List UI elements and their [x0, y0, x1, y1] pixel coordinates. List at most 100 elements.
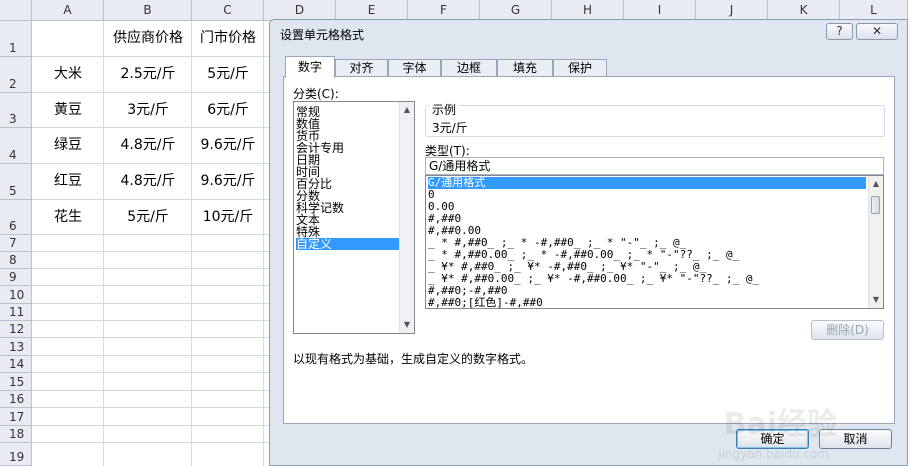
category-scrollbar[interactable]: ▲ ▼ [399, 102, 414, 333]
cell-a5[interactable]: 红豆 [32, 164, 104, 199]
row-header-11[interactable]: 11 [0, 304, 32, 321]
row-header-19[interactable]: 19 [0, 443, 32, 466]
column-header-d[interactable]: D [264, 0, 336, 21]
tab-font[interactable]: 字体 [388, 59, 441, 77]
row-header-15[interactable]: 15 [0, 373, 32, 391]
column-header-g[interactable]: G [480, 0, 552, 21]
format-item[interactable]: _ ¥* #,##0_ ;_ ¥* -#,##0_ ;_ ¥* "-"_ ;_ … [428, 261, 866, 273]
column-header-i[interactable]: I [624, 0, 696, 21]
row-number: 19 [9, 450, 25, 464]
cell-c6[interactable]: 10元/斤 [192, 200, 264, 235]
scroll-up-icon[interactable]: ▲ [400, 103, 414, 117]
watermark-text: Bai经验 [723, 407, 837, 442]
column-header-l[interactable]: L [840, 0, 908, 21]
cell-b2[interactable]: 2.5元/斤 [104, 57, 192, 92]
row-header-8[interactable]: 8 [0, 252, 32, 269]
format-item[interactable]: 0.00 [428, 201, 866, 213]
format-item[interactable]: _ * #,##0_ ;_ * -#,##0_ ;_ * "-"_ ;_ @_ [428, 237, 866, 249]
format-item[interactable]: #,##0;[红色]-#,##0 [428, 297, 866, 308]
cell-a6[interactable]: 花生 [32, 200, 104, 235]
row-number: 15 [9, 375, 25, 389]
column-header-c[interactable]: C [192, 0, 264, 21]
category-list[interactable]: 常规 数值 货币 会计专用 日期 时间 百分比 分数 科学记数 文本 特殊 自定… [293, 101, 415, 334]
column-header-k[interactable]: K [768, 0, 840, 21]
scroll-down-icon[interactable]: ▼ [869, 293, 883, 307]
row-header-18[interactable]: 18 [0, 426, 32, 443]
cell-b1[interactable]: 供应商价格 [104, 21, 192, 56]
row-number: 10 [9, 288, 25, 302]
type-input[interactable]: G/通用格式 [425, 157, 884, 175]
number-tab-panel: 分类(C): 常规 数值 货币 会计专用 日期 时间 百分比 分数 科学记数 文… [283, 76, 895, 424]
format-item[interactable]: _ ¥* #,##0.00_ ;_ ¥* -#,##0.00_ ;_ ¥* "-… [428, 273, 866, 285]
row-number: 16 [9, 392, 25, 406]
column-header-h[interactable]: H [552, 0, 624, 21]
cell-a3[interactable]: 黄豆 [32, 93, 104, 128]
cell-b5[interactable]: 4.8元/斤 [104, 164, 192, 199]
row-number: 5 [9, 184, 17, 198]
format-item-selected[interactable]: G/通用格式 [428, 177, 866, 189]
column-header-j[interactable]: J [696, 0, 768, 21]
row-header-16[interactable]: 16 [0, 391, 32, 408]
row-header-17[interactable]: 17 [0, 408, 32, 426]
scroll-down-icon[interactable]: ▼ [400, 318, 414, 332]
format-item[interactable]: _ * #,##0.00_ ;_ * -#,##0.00_ ;_ * "-"??… [428, 249, 866, 261]
row-number: 12 [9, 322, 25, 336]
watermark-url: jingyan.baidu.com [718, 447, 829, 461]
cell-c5[interactable]: 9.6元/斤 [192, 164, 264, 199]
cell-a4[interactable]: 绿豆 [32, 128, 104, 163]
row-number: 2 [9, 77, 17, 91]
select-all-corner[interactable] [0, 0, 32, 21]
category-item-selected[interactable]: 自定义 [296, 238, 400, 250]
dialog-title: 设置单元格格式 [280, 28, 365, 42]
sample-value: 3元/斤 [432, 121, 468, 135]
row-header-5[interactable]: 5 [0, 164, 32, 200]
scroll-thumb[interactable] [871, 196, 880, 214]
tab-alignment[interactable]: 对齐 [335, 59, 388, 77]
format-list[interactable]: G/通用格式 0 0.00 #,##0 #,##0.00 _ * #,##0_ … [425, 175, 884, 309]
row-number: 17 [9, 410, 25, 424]
cell-b6[interactable]: 5元/斤 [104, 200, 192, 235]
row-number: 8 [9, 253, 17, 267]
row-header-10[interactable]: 10 [0, 286, 32, 304]
row-header-4[interactable]: 4 [0, 128, 32, 164]
row-header-12[interactable]: 12 [0, 321, 32, 338]
format-item[interactable]: 0 [428, 189, 866, 201]
cell-a2[interactable]: 大米 [32, 57, 104, 92]
row-number: 6 [9, 219, 17, 233]
tab-border[interactable]: 边框 [441, 59, 497, 77]
close-button[interactable]: ✕ [856, 23, 898, 40]
scroll-up-icon[interactable]: ▲ [869, 177, 883, 191]
row-number: 4 [9, 148, 17, 162]
row-header-1[interactable]: 1 [0, 21, 32, 57]
column-header-e[interactable]: E [336, 0, 408, 21]
tab-number[interactable]: 数字 [285, 56, 335, 78]
row-header-7[interactable]: 7 [0, 235, 32, 252]
cell-c2[interactable]: 5元/斤 [192, 57, 264, 92]
close-icon: ✕ [871, 24, 883, 38]
row-header-6[interactable]: 6 [0, 200, 32, 235]
cell-b4[interactable]: 4.8元/斤 [104, 128, 192, 163]
column-header-a[interactable]: A [32, 0, 104, 21]
tab-fill[interactable]: 填充 [497, 59, 553, 77]
delete-button[interactable]: 删除(D) [811, 320, 884, 340]
row-header-13[interactable]: 13 [0, 338, 32, 356]
cell-c3[interactable]: 6元/斤 [192, 93, 264, 128]
cell-b3[interactable]: 3元/斤 [104, 93, 192, 128]
row-header-14[interactable]: 14 [0, 356, 32, 373]
row-header-3[interactable]: 3 [0, 93, 32, 128]
tab-protection[interactable]: 保护 [553, 59, 607, 77]
format-item[interactable]: #,##0.00 [428, 225, 866, 237]
column-header-f[interactable]: F [408, 0, 480, 21]
row-number: 11 [9, 305, 25, 319]
format-scrollbar[interactable]: ▲ ▼ [868, 176, 883, 308]
format-item[interactable]: #,##0 [428, 213, 866, 225]
help-button[interactable]: ? [826, 23, 853, 40]
row-header-2[interactable]: 2 [0, 57, 32, 93]
row-number: 13 [9, 340, 25, 354]
cell-c4[interactable]: 9.6元/斤 [192, 128, 264, 163]
column-header-b[interactable]: B [104, 0, 192, 21]
sample-box: 示例 3元/斤 [425, 101, 885, 137]
row-header-9[interactable]: 9 [0, 269, 32, 286]
format-item[interactable]: #,##0;-#,##0 [428, 285, 866, 297]
cell-c1[interactable]: 门市价格 [192, 21, 264, 56]
